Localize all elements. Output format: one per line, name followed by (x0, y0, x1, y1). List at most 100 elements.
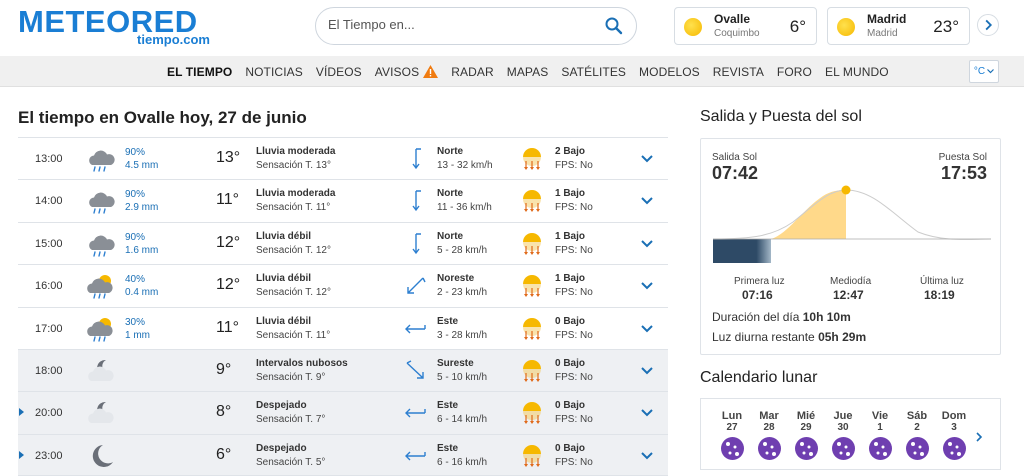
nav-item-noticias[interactable]: NOTICIAS (245, 65, 302, 79)
moon-day-number: 28 (763, 422, 775, 433)
wind-north-icon (403, 147, 429, 171)
row-feels-like: Sensación T. 12° (256, 287, 331, 299)
row-uv-index: 0 Bajo (555, 315, 586, 327)
moon-day[interactable]: Dom 3 (937, 411, 971, 460)
chevron-right-icon[interactable] (974, 432, 984, 442)
page-title: El tiempo en Ovalle hoy, 27 de junio (18, 108, 307, 127)
nav-item-el-tiempo[interactable]: EL TIEMPO (167, 65, 232, 79)
row-wind-direction: Sureste (437, 357, 474, 369)
row-feels-like: Sensación T. 9° (256, 371, 326, 383)
hourly-row[interactable]: 15:00 90% 1.6 mm 12° Lluvia débil Sensación T… (18, 221, 668, 265)
moon-phase-icon (831, 437, 855, 460)
location-temp: 6° (789, 17, 806, 36)
row-hour: 18:00 (35, 364, 63, 377)
wind-north-icon (403, 189, 429, 213)
header: METEORED tiempo.com Ovalle Coquimbo 6° M… (0, 0, 1024, 54)
row-condition: Lluvia débil (256, 273, 312, 285)
moon-day-number: 1 (877, 422, 883, 433)
unit-select-value: °C (973, 66, 986, 77)
nav-item-foro[interactable]: FORO (777, 65, 812, 79)
main-nav: EL TIEMPO NOTICIAS VÍDEOS AVISOS RADAR M… (0, 56, 1024, 87)
moon-section-title: Calendario lunar (700, 369, 818, 386)
noon-time: 12:47 (833, 288, 864, 302)
nav-item-modelos[interactable]: MODELOS (639, 65, 700, 79)
moon-day[interactable]: Mar 28 (752, 411, 786, 460)
moon-day[interactable]: Mié 29 (789, 411, 823, 460)
site-logo[interactable]: METEORED tiempo.com (18, 6, 214, 48)
nav-item-mapas[interactable]: MAPAS (507, 65, 549, 79)
chevron-down-icon[interactable] (640, 406, 654, 418)
daylight-area (771, 190, 846, 239)
uv-index-icon (521, 359, 543, 383)
chevron-down-icon[interactable] (640, 152, 654, 164)
search-icon[interactable] (604, 16, 624, 36)
chevron-down-icon[interactable] (640, 449, 654, 461)
chevron-down-icon[interactable] (640, 364, 654, 376)
moon-phase-icon (868, 437, 892, 460)
row-temperature: 6° (216, 445, 232, 463)
sun-rain-cloud-icon (86, 272, 116, 300)
nav-item-videos[interactable]: VÍDEOS (316, 65, 362, 79)
row-condition: Lluvia moderada (256, 188, 336, 200)
hourly-row[interactable]: 16:00 40% 0.4 mm 12° Lluvia débil Sensación T… (18, 264, 668, 307)
row-uv-index: 0 Bajo (555, 357, 586, 369)
row-temperature: 12° (216, 276, 241, 294)
sun-position-marker (841, 185, 851, 195)
unit-select[interactable]: °C (969, 60, 999, 83)
nav-item-satelites[interactable]: SATÉLITES (561, 65, 626, 79)
sun-path-graph (713, 185, 991, 263)
row-hour: 15:00 (35, 237, 63, 250)
moon-day[interactable]: Jue 30 (826, 411, 860, 460)
hourly-row[interactable]: 18:00 9° Intervalos nubosos Sensación T. 9°… (18, 348, 668, 392)
nav-item-radar[interactable]: RADAR (451, 65, 494, 79)
row-fps: FPS: No (555, 371, 593, 383)
moon-day[interactable]: Vie 1 (863, 411, 897, 460)
moon-phase-icon (757, 437, 781, 460)
nav-item-revista[interactable]: REVISTA (713, 65, 764, 79)
row-fps: FPS: No (555, 456, 593, 468)
hourly-row[interactable]: 17:00 30% 1 mm 11° Lluvia débil Sensación T. … (18, 306, 668, 349)
sunrise-time: 07:42 (712, 163, 759, 183)
wind-north-icon (403, 232, 429, 256)
row-uv-index: 0 Bajo (555, 442, 586, 454)
row-wind-speed: 6 - 14 km/h (437, 414, 488, 426)
row-feels-like: Sensación T. 12° (256, 244, 331, 256)
search-input[interactable] (328, 17, 588, 32)
sunrise-label: Salida Sol (712, 152, 758, 163)
row-condition: Lluvia moderada (256, 146, 336, 157)
nav-item-avisos[interactable]: AVISOS (375, 65, 439, 79)
row-wind-direction: Este (437, 400, 459, 412)
location-card-madrid[interactable]: Madrid Madrid 23° (827, 7, 970, 45)
moon-phase-icon (942, 437, 966, 460)
daylight-remaining-label: Luz diurna restante (712, 330, 815, 344)
sun-rain-cloud-icon (86, 315, 116, 343)
location-card-ovalle[interactable]: Ovalle Coquimbo 6° (674, 7, 817, 45)
hourly-row[interactable]: 13:00 90% 4.5 mm 13° Lluvia moderada Sensació… (18, 137, 668, 180)
row-temperature: 9° (216, 360, 232, 378)
row-precip-amount: 4.5 mm (125, 160, 159, 171)
hourly-row[interactable]: 14:00 90% 2.9 mm 11° Lluvia moderada Sensació… (18, 179, 668, 222)
row-fps: FPS: No (555, 329, 593, 341)
moon-icon (86, 442, 116, 470)
chevron-right-icon[interactable] (977, 14, 999, 36)
moon-day-name: Vie (871, 410, 889, 422)
row-precip-prob: 40% (125, 274, 146, 286)
sun-icon (684, 18, 702, 36)
hourly-row[interactable]: 20:00 8° Despejado Sensación T. 7° Este 6 - 1… (18, 391, 668, 434)
chevron-down-icon[interactable] (640, 237, 654, 249)
search-box (315, 7, 637, 45)
moon-day-number: 3 (951, 422, 957, 433)
last-light-label: Última luz (920, 276, 964, 287)
moon-day[interactable]: Sáb 2 (900, 411, 934, 460)
row-temperature: 11° (216, 191, 240, 209)
moon-day-name: Jue (833, 410, 853, 422)
moon-day-number: 30 (837, 422, 849, 433)
hourly-row[interactable]: 23:00 6° Despejado Sensación T. 5° Este 6 - 1… (18, 433, 668, 476)
chevron-down-icon[interactable] (640, 194, 654, 206)
nav-item-el-mundo[interactable]: EL MUNDO (825, 65, 889, 79)
chevron-down-icon[interactable] (640, 279, 654, 291)
chevron-down-icon (987, 69, 995, 74)
row-uv-index: 1 Bajo (555, 230, 586, 242)
chevron-down-icon[interactable] (640, 322, 654, 334)
moon-day[interactable]: Lun 27 (715, 411, 749, 460)
